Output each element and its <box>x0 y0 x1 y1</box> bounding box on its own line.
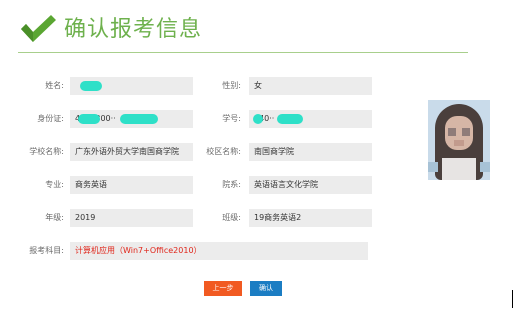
grade-label: 年级: <box>45 213 64 222</box>
department-value: 英语语言文化学院 <box>249 176 372 194</box>
redaction-blur <box>78 114 100 124</box>
student-photo <box>428 100 490 180</box>
id-card-label: 身份证: <box>37 114 64 123</box>
name-label: 姓名: <box>45 81 64 90</box>
exam-subject-label: 报考科目: <box>29 246 64 255</box>
department-label: 院系: <box>222 180 241 189</box>
student-id-value: ··40·· <box>249 110 372 128</box>
gender-value: 女 <box>249 77 372 95</box>
header-divider <box>18 52 468 53</box>
confirm-button[interactable]: 确认 <box>250 281 282 296</box>
gender-label: 性别: <box>222 81 241 90</box>
redaction-blur <box>80 81 102 91</box>
school-label: 学校名称: <box>29 147 64 156</box>
exam-subject-value: 计算机应用（Win7+Office2010） <box>70 242 368 260</box>
major-value: 商务英语 <box>70 176 193 194</box>
redaction-blur <box>120 114 158 124</box>
name-value <box>70 77 193 95</box>
redaction-blur <box>253 114 263 124</box>
class-label: 班级: <box>222 213 241 222</box>
page-header: 确认报考信息 <box>18 12 468 52</box>
redaction-blur <box>277 114 303 124</box>
major-label: 专业: <box>45 180 64 189</box>
student-id-label: 学号: <box>222 114 241 123</box>
school-value: 广东外语外贸大学南国商学院 <box>70 143 193 161</box>
previous-step-button[interactable]: 上一步 <box>204 281 242 296</box>
campus-label: 校区名称: <box>206 147 241 156</box>
checkmark-icon <box>21 15 56 42</box>
class-value: 19商务英语2 <box>249 209 372 227</box>
campus-value: 南国商学院 <box>249 143 372 161</box>
grade-value: 2019 <box>70 209 193 227</box>
id-card-value: 4··3··300·· <box>70 110 193 128</box>
page-title: 确认报考信息 <box>64 17 203 42</box>
